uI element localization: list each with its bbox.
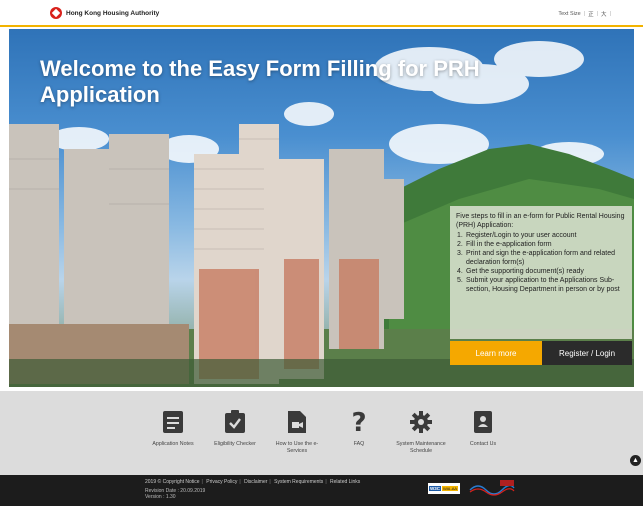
housing-authority-logo-icon [50, 7, 62, 19]
hero-banner: Welcome to the Easy Form Filling for PRH… [9, 29, 634, 387]
video-icon [285, 409, 309, 435]
contact-icon [471, 409, 495, 435]
footer-link-privacy[interactable]: Privacy Policy [206, 479, 237, 485]
housing-authority-logo[interactable]: Hong Kong Housing Authority [50, 7, 159, 19]
page: Hong Kong Housing Authority Text Size | … [0, 0, 643, 506]
quick-link-faq[interactable]: ? FAQ [328, 409, 390, 454]
footer-links: 2019 © Copyright Notice | Privacy Policy |… [145, 479, 361, 485]
footer-link-copyright[interactable]: 2019 © Copyright Notice [145, 479, 200, 485]
back-to-top-button[interactable]: ▲ [630, 455, 641, 466]
quick-link-label: How to Use the e-Services [275, 441, 319, 454]
page-title: Welcome to the Easy Form Filling for PRH… [40, 56, 480, 107]
arrow-up-icon: ▲ [632, 457, 639, 464]
register-login-button[interactable]: Register / Login [542, 341, 632, 365]
text-size-large[interactable]: 大 [601, 10, 607, 18]
steps-list: 1. Register/Login to your user account 2.… [456, 231, 626, 294]
step-item: 4. Get the supporting document(s) ready [457, 268, 584, 275]
quick-link-label: System Maintenance Schedule [396, 441, 446, 454]
step-item: 1. Register/Login to your user account [457, 232, 577, 239]
steps-panel: Five steps to fill in an e-form for Publ… [450, 206, 632, 339]
step-item: 2. Fill in the e-application form [457, 241, 552, 248]
notes-icon [161, 409, 185, 435]
footer-link-system-requirements[interactable]: System Requirements [274, 479, 323, 485]
text-size-normal[interactable]: 正 [588, 10, 594, 18]
step-item: 5. Submit your application to the Applica… [457, 277, 620, 293]
footer-meta: Revision Date : 20.09.2019 Version : 1.3… [145, 488, 205, 500]
footer-badges: W3C WAI-AA [428, 480, 516, 496]
quick-link-label: Application Notes [152, 441, 194, 447]
footer-link-related-links[interactable]: Related Links [330, 479, 360, 485]
text-size-label: Text Size [558, 11, 581, 17]
gear-icon [409, 409, 433, 435]
steps-intro: Five steps to fill in an e-form for Publ… [456, 213, 625, 229]
checklist-icon [223, 409, 247, 435]
quick-link-application-notes[interactable]: Application Notes [142, 409, 204, 454]
quick-link-maintenance-schedule[interactable]: System Maintenance Schedule [390, 409, 452, 454]
svg-text:?: ? [351, 409, 366, 435]
quick-link-contact-us[interactable]: Contact Us [452, 409, 514, 454]
w3c-wai-badge-icon[interactable]: W3C WAI-AA [428, 482, 460, 494]
quick-link-how-to-use[interactable]: How to Use the e-Services [266, 409, 328, 454]
quick-link-label: FAQ [353, 441, 365, 447]
brand-wave-logo-icon [469, 480, 515, 496]
quick-links-bar: Application Notes Eligibility Checker Ho… [0, 391, 643, 475]
logo-text: Hong Kong Housing Authority [66, 9, 160, 17]
quick-link-label: Contact Us [469, 441, 497, 447]
site-footer: 2019 © Copyright Notice | Privacy Policy |… [0, 475, 643, 506]
text-size-control: Text Size | 正 | 大 | [558, 10, 611, 18]
quick-link-eligibility-checker[interactable]: Eligibility Checker [204, 409, 266, 454]
quick-link-label: Eligibility Checker [214, 441, 256, 447]
version-number: Version : 1.30 [145, 494, 176, 500]
step-item: 3. Print and sign the e-application form … [457, 250, 616, 266]
footer-link-disclaimer[interactable]: Disclaimer [244, 479, 267, 485]
question-icon: ? [347, 409, 371, 435]
learn-more-button[interactable]: Learn more [450, 341, 542, 365]
site-header: Hong Kong Housing Authority Text Size | … [0, 0, 643, 27]
